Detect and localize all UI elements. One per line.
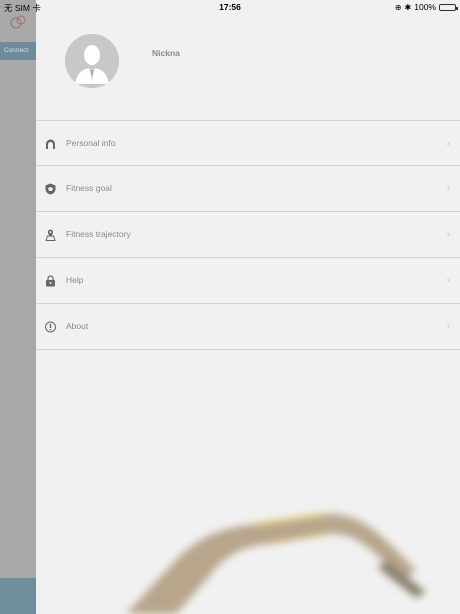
status-bar: 无 SIM 卡 17:56 ⊕ ✱ 100% — [0, 0, 460, 14]
menu-item-fitness-trajectory[interactable]: Fitness trajectory › — [36, 212, 460, 258]
menu-label: Fitness trajectory — [66, 229, 131, 239]
menu-label: Personal info — [66, 138, 116, 148]
chevron-right-icon: › — [446, 321, 450, 332]
background-bottom-bar — [0, 578, 36, 614]
battery-icon — [439, 3, 458, 11]
rotation-lock-icon: ⊕ — [394, 2, 402, 12]
watch-band-image — [126, 512, 426, 614]
menu-item-fitness-goal[interactable]: Fitness goal › — [36, 166, 460, 212]
status-icons: ⊕ ✱ 100% — [394, 2, 458, 12]
avatar[interactable] — [65, 34, 119, 88]
user-silhouette-icon — [65, 34, 119, 88]
clock: 17:56 — [219, 2, 241, 12]
nickname-label[interactable]: Nickna — [152, 48, 180, 58]
lock-icon — [46, 275, 55, 287]
menu-label: Help — [66, 275, 84, 285]
menu-label: Fitness goal — [66, 183, 112, 193]
menu-item-about[interactable]: About › — [36, 304, 460, 350]
connect-tab[interactable]: Connect — [0, 42, 36, 60]
menu-item-personal-info[interactable]: Personal info › — [36, 120, 460, 166]
info-icon — [45, 321, 56, 333]
shield-icon — [45, 183, 56, 195]
map-pin-icon — [45, 229, 56, 241]
app-logo-icon — [10, 15, 26, 29]
menu-item-help[interactable]: Help › — [36, 258, 460, 304]
chevron-right-icon: › — [446, 229, 450, 240]
background-app-strip[interactable]: Connect — [0, 0, 36, 614]
bluetooth-icon: ✱ — [404, 2, 412, 12]
chevron-right-icon: › — [446, 183, 450, 194]
chevron-right-icon: › — [446, 138, 450, 149]
side-drawer: Nickna Personal info › Fitness goal › Fi… — [36, 0, 460, 614]
menu-label: About — [66, 321, 89, 331]
drawer-menu: Personal info › Fitness goal › Fitness t… — [36, 120, 460, 350]
chevron-right-icon: › — [446, 275, 450, 286]
person-icon — [46, 139, 55, 149]
battery-percent: 100% — [414, 2, 436, 12]
